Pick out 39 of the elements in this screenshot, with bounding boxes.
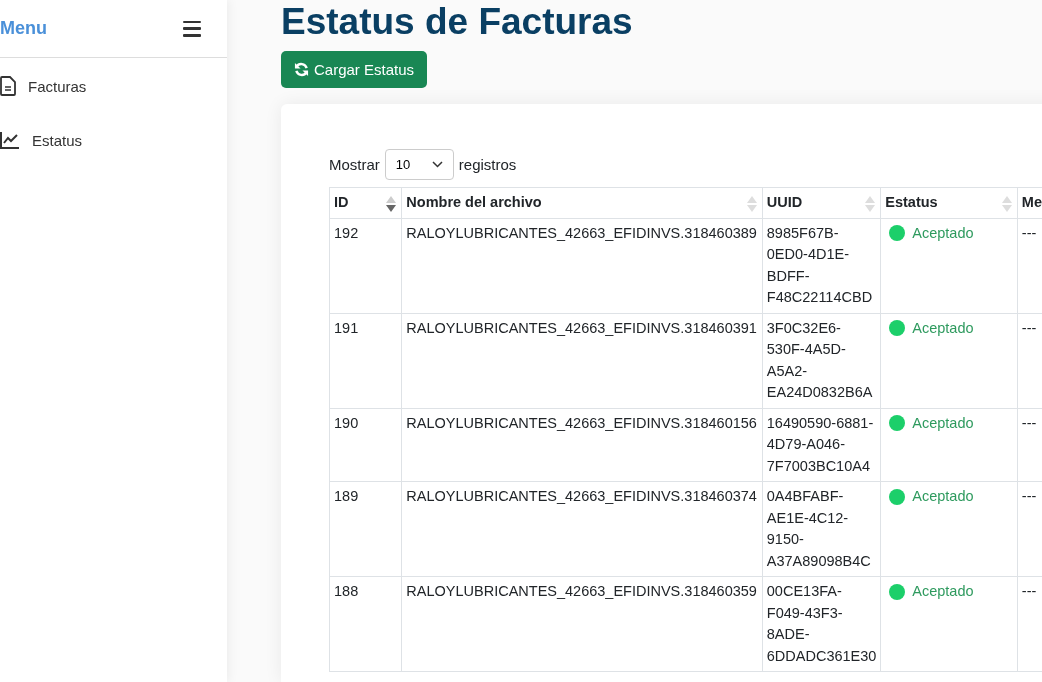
column-header[interactable]: Nombre del archivo <box>401 187 763 218</box>
chevron-down-icon <box>431 161 443 168</box>
table-cell: 3F0C32E6-530F-4A5D-A5A2-EA24D0832B6A <box>762 313 881 408</box>
sidebar-item[interactable]: Estatus <box>0 128 83 152</box>
page-size-select[interactable]: 10 <box>384 149 454 180</box>
table-cell: 16490590-6881-4D79-A046-7F7003BC10A4 <box>762 408 881 482</box>
load-status-button[interactable]: Cargar Estatus <box>281 51 428 88</box>
show-label: Mostrar <box>329 156 380 173</box>
document-icon <box>0 76 16 96</box>
table-cell: 191 <box>329 313 402 408</box>
column-header[interactable]: ID <box>329 187 402 218</box>
column-header[interactable]: Me <box>1017 187 1042 218</box>
table-cell: 192 <box>329 218 402 313</box>
status-text: Aceptado <box>912 582 974 601</box>
sidebar-item[interactable]: Facturas <box>0 74 87 98</box>
table-cell: 188 <box>329 576 402 672</box>
table-cell: 0A4BFABF-AE1E-4C12-9150-A37A89098B4C <box>762 481 881 577</box>
records-label: registros <box>458 156 517 173</box>
status-text: Aceptado <box>912 318 974 338</box>
table-cell: RALOYLUBRICANTES_42663_EFIDINVS.318460389 <box>401 218 763 313</box>
table-cell: RALOYLUBRICANTES_42663_EFIDINVS.318460374 <box>401 481 763 577</box>
column-header[interactable]: UUID <box>762 187 881 218</box>
table-cell: RALOYLUBRICANTES_42663_EFIDINVS.318460359 <box>401 576 763 672</box>
menu-icon[interactable] <box>183 20 201 37</box>
table-cell: 8985F67B-0ED0-4D1E-BDFF-F48C22114CBD <box>762 218 881 313</box>
line-chart-icon <box>0 131 20 149</box>
status-text: Aceptado <box>912 223 974 243</box>
column-header[interactable]: Estatus <box>880 187 1018 218</box>
sort-icon[interactable] <box>386 196 397 212</box>
refresh-icon <box>294 62 309 77</box>
table-cell: RALOYLUBRICANTES_42663_EFIDINVS.318460156 <box>401 408 763 482</box>
page-title: Estatus de Facturas <box>281 0 633 44</box>
table-cell: 00CE13FA-F049-43F3-8ADE-6DDADC361E30 <box>762 576 881 672</box>
status-text: Aceptado <box>912 487 974 506</box>
table-cell: 189 <box>329 481 402 577</box>
sidebar-title: Menu <box>0 18 47 39</box>
status-text: Aceptado <box>912 413 974 433</box>
table-cell: RALOYLUBRICANTES_42663_EFIDINVS.318460391 <box>401 313 763 408</box>
table-cell: 190 <box>329 408 402 482</box>
